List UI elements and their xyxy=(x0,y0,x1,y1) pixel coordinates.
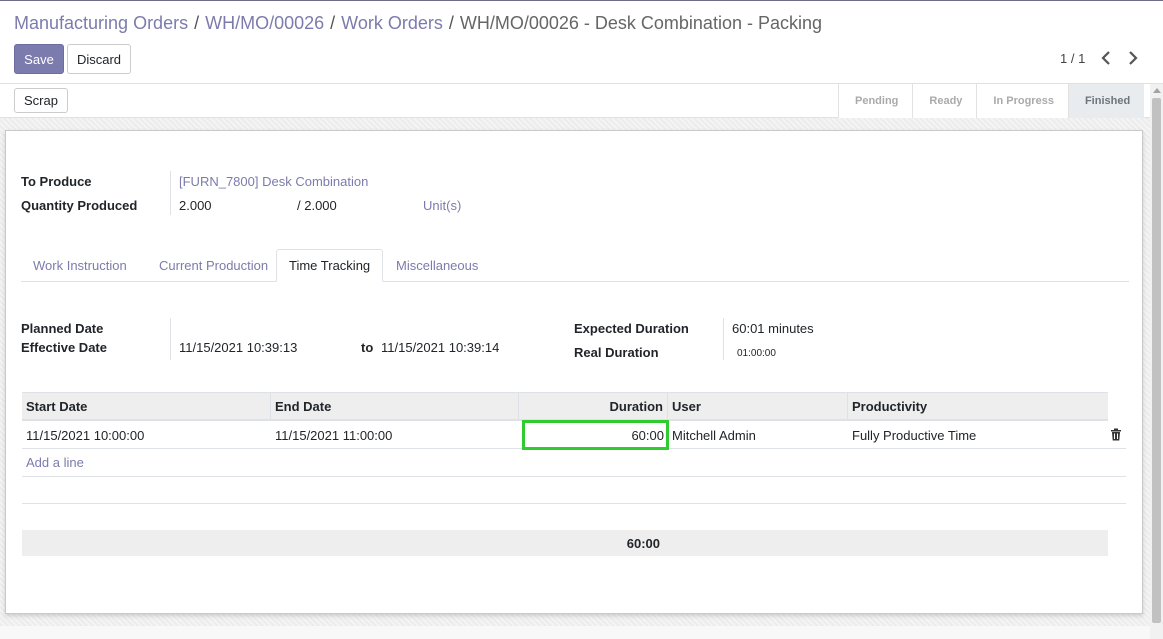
tab-miscellaneous[interactable]: Miscellaneous xyxy=(384,249,490,282)
column-duration[interactable]: Duration xyxy=(519,393,668,420)
trash-icon[interactable] xyxy=(1110,428,1124,442)
effective-start-date[interactable]: 11/15/2021 10:39:13 xyxy=(179,340,297,355)
scrollbar-thumb[interactable] xyxy=(1152,98,1161,623)
divider xyxy=(170,318,171,360)
tab-current-production[interactable]: Current Production xyxy=(147,249,280,282)
breadcrumb-work-orders[interactable]: Work Orders xyxy=(341,13,443,33)
to-produce-label: To Produce xyxy=(21,174,92,189)
empty-row xyxy=(22,476,1126,503)
real-duration-label: Real Duration xyxy=(574,345,659,360)
tab-time-tracking[interactable]: Time Tracking xyxy=(276,249,384,282)
statusbar: Scrap Pending Ready In Progress Finished xyxy=(0,84,1150,118)
planned-date-label: Planned Date xyxy=(21,321,104,336)
real-duration-value: 01:00:00 xyxy=(737,348,776,359)
column-end-date[interactable]: End Date xyxy=(271,393,519,420)
cell-end-date[interactable]: 11/15/2021 11:00:00 xyxy=(271,421,519,449)
table-header: Start Date End Date Duration User Produc… xyxy=(22,392,1108,421)
duration-cell-highlight xyxy=(522,420,669,450)
divider xyxy=(723,318,724,360)
tab-work-instruction[interactable]: Work Instruction xyxy=(21,249,139,282)
breadcrumb-manufacturing-orders[interactable]: Manufacturing Orders xyxy=(14,13,188,33)
control-panel: Manufacturing Orders / WH/MO/00026/Work Or… xyxy=(0,1,1163,84)
form-sheet: To Produce [FURN_7800] Desk Combination … xyxy=(5,130,1143,614)
column-productivity[interactable]: Productivity xyxy=(848,393,1108,420)
pager-value[interactable]: 1 / 1 xyxy=(1060,51,1085,66)
scroll-up-arrow-icon[interactable] xyxy=(1153,88,1161,93)
notebook-tabs: Work Instruction Current Production Time… xyxy=(21,249,1129,282)
stage-pending[interactable]: Pending xyxy=(838,84,913,118)
table-footer: 60:00 xyxy=(22,530,1108,556)
to-produce-link[interactable]: [FURN_7800] Desk Combination xyxy=(179,174,368,189)
expected-duration-label: Expected Duration xyxy=(574,321,689,336)
breadcrumb-separator: / xyxy=(448,13,454,33)
breadcrumb-separator: / xyxy=(194,13,200,33)
table-row[interactable]: 11/15/2021 10:00:00 11/15/2021 11:00:00 … xyxy=(22,420,1126,450)
breadcrumb-current: WH/MO/00026 - Desk Combination - Packing xyxy=(459,13,822,33)
column-start-date[interactable]: Start Date xyxy=(22,393,271,420)
cell-productivity[interactable]: Fully Productive Time xyxy=(848,421,1108,449)
column-user[interactable]: User xyxy=(668,393,848,420)
breadcrumb-mo[interactable]: WH/MO/00026 xyxy=(205,13,324,33)
breadcrumb: Manufacturing Orders / WH/MO/00026/Work Or… xyxy=(14,13,822,34)
effective-date-label: Effective Date xyxy=(21,340,107,355)
breadcrumb-separator: / xyxy=(330,13,336,33)
add-line-link[interactable]: Add a line xyxy=(26,455,84,470)
uom-link[interactable]: Unit(s) xyxy=(423,198,461,213)
total-duration: 60:00 xyxy=(626,535,660,551)
discard-button[interactable]: Discard xyxy=(67,44,131,74)
stage-ready[interactable]: Ready xyxy=(912,84,977,118)
stage-pipeline: Pending Ready In Progress Finished xyxy=(838,84,1145,118)
stage-finished[interactable]: Finished xyxy=(1067,84,1145,118)
divider xyxy=(170,171,171,215)
scrap-button[interactable]: Scrap xyxy=(14,88,68,113)
quantity-total: / 2.000 xyxy=(297,198,337,213)
date-range-to-label: to xyxy=(361,340,374,355)
cell-user[interactable]: Mitchell Admin xyxy=(668,421,848,449)
save-button[interactable]: Save xyxy=(14,44,64,74)
cell-start-date[interactable]: 11/15/2021 10:00:00 xyxy=(22,421,271,449)
quantity-produced-label: Quantity Produced xyxy=(21,198,138,213)
chevron-right-icon[interactable] xyxy=(1125,49,1141,67)
effective-end-date[interactable]: 11/15/2021 10:39:14 xyxy=(381,340,499,355)
stage-in-progress[interactable]: In Progress xyxy=(976,84,1068,118)
quantity-produced-value[interactable]: 2.000 xyxy=(179,198,212,213)
chevron-left-icon[interactable] xyxy=(1098,49,1114,67)
bottom-strip xyxy=(0,626,1150,639)
expected-duration-value: 60:01 minutes xyxy=(732,321,814,336)
empty-row xyxy=(22,503,1126,530)
scrollbar[interactable] xyxy=(1150,84,1163,639)
